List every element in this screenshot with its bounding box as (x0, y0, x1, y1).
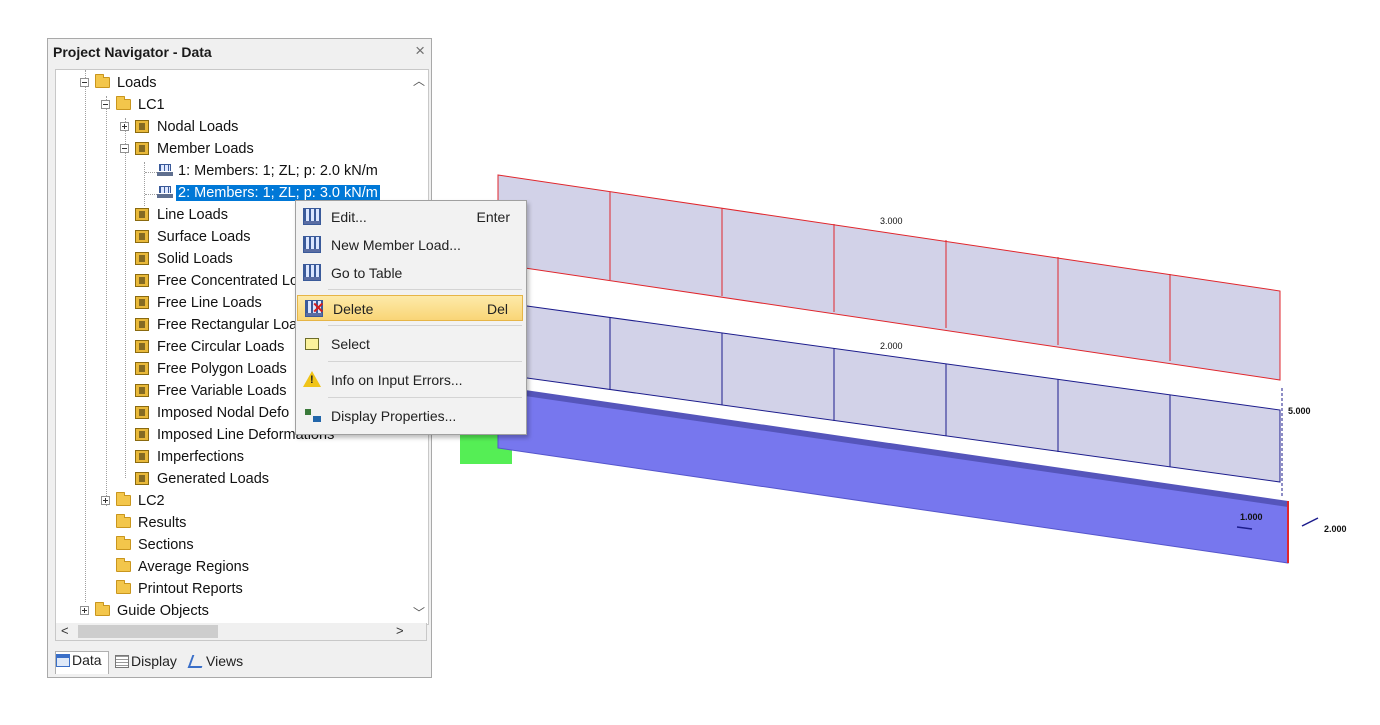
warning-icon (303, 371, 321, 387)
upper-load-value: 3.000 (880, 216, 903, 226)
display-tab-icon (115, 655, 129, 668)
menu-separator (328, 289, 522, 290)
folder-icon (116, 492, 131, 506)
expand-icon[interactable] (80, 606, 89, 615)
navigator-tabs: Data Display Views (48, 643, 431, 677)
lateral-arrow (1301, 517, 1319, 527)
scroll-left-icon[interactable]: < (61, 623, 69, 638)
expand-icon[interactable] (120, 122, 129, 131)
tree-line (85, 70, 86, 602)
menu-item-edit[interactable]: Edit... Enter (296, 204, 524, 230)
tree-line (125, 118, 126, 478)
collapse-icon[interactable] (80, 78, 89, 87)
tree-line (145, 172, 157, 173)
member-load-icon (157, 164, 173, 177)
new-member-load-icon (303, 236, 321, 253)
scroll-up-icon[interactable]: ︿ (413, 72, 425, 89)
display-properties-icon (303, 407, 321, 424)
model-view[interactable]: 2.000 3.000 5.000 1.000 2.000 (440, 160, 1360, 585)
scrollbar-thumb[interactable] (78, 625, 218, 638)
member-loads-icon (135, 142, 149, 155)
tree-line (106, 96, 107, 506)
menu-separator (328, 325, 522, 326)
menu-item-display-properties[interactable]: Display Properties... (296, 403, 524, 429)
context-menu: Edit... Enter New Member Load... Go to T… (295, 200, 527, 435)
solid-loads-icon (135, 252, 149, 265)
tab-views[interactable]: Views (187, 653, 250, 675)
folder-icon (116, 96, 131, 110)
views-tab-icon (187, 655, 207, 668)
panel-title: Project Navigator - Data (53, 44, 212, 60)
folder-icon (95, 602, 110, 616)
free-polygon-loads-icon (135, 362, 149, 375)
panel-title-bar: Project Navigator - Data × (48, 39, 431, 66)
lower-load-value: 2.000 (880, 341, 903, 351)
tree-line (144, 162, 145, 206)
expand-icon[interactable] (101, 496, 110, 505)
menu-separator (328, 397, 522, 398)
nodal-loads-icon (135, 120, 149, 133)
tree-line (145, 194, 157, 195)
free-rectangular-loads-icon (135, 318, 149, 331)
scroll-down-icon[interactable]: ﹀ (413, 604, 425, 621)
imperfections-icon (135, 450, 149, 463)
folder-icon (95, 74, 110, 88)
surface-loads-icon (135, 230, 149, 243)
menu-item-delete[interactable]: Delete Del (297, 295, 523, 321)
lateral-load-value: 2.000 (1324, 524, 1347, 534)
close-icon[interactable]: × (415, 41, 425, 61)
data-tab-icon (56, 654, 70, 667)
delete-icon (305, 299, 325, 317)
tab-display[interactable]: Display (115, 653, 185, 675)
edit-load-icon (303, 208, 321, 225)
model-canvas[interactable]: 2.000 3.000 5.000 1.000 2.000 (440, 160, 1360, 580)
folder-icon (116, 536, 131, 550)
folder-icon (116, 580, 131, 594)
menu-item-go-to-table[interactable]: Go to Table (296, 260, 524, 286)
imposed-line-deformations-icon (135, 428, 149, 441)
vertical-dimension-value: 5.000 (1288, 406, 1311, 416)
imposed-nodal-deformations-icon (135, 406, 149, 419)
free-variable-loads-icon (135, 384, 149, 397)
menu-item-new-member-load[interactable]: New Member Load... (296, 232, 524, 258)
table-icon (303, 264, 321, 281)
collapse-icon[interactable] (120, 144, 129, 153)
folder-icon (116, 558, 131, 572)
free-circular-loads-icon (135, 340, 149, 353)
axial-load-value: 1.000 (1240, 512, 1263, 522)
menu-separator (328, 361, 522, 362)
generated-loads-icon (135, 472, 149, 485)
free-line-loads-icon (135, 296, 149, 309)
tab-data[interactable]: Data (55, 651, 109, 674)
select-icon (305, 338, 319, 350)
free-concentrated-loads-icon (135, 274, 149, 287)
scroll-right-icon[interactable]: > (396, 623, 404, 638)
menu-item-select[interactable]: Select (296, 331, 524, 357)
member-load-icon (157, 186, 173, 199)
horizontal-scrollbar[interactable]: < > (55, 623, 427, 641)
folder-icon (116, 514, 131, 528)
menu-item-info-on-input-errors[interactable]: Info on Input Errors... (296, 367, 524, 393)
collapse-icon[interactable] (101, 100, 110, 109)
line-loads-icon (135, 208, 149, 221)
